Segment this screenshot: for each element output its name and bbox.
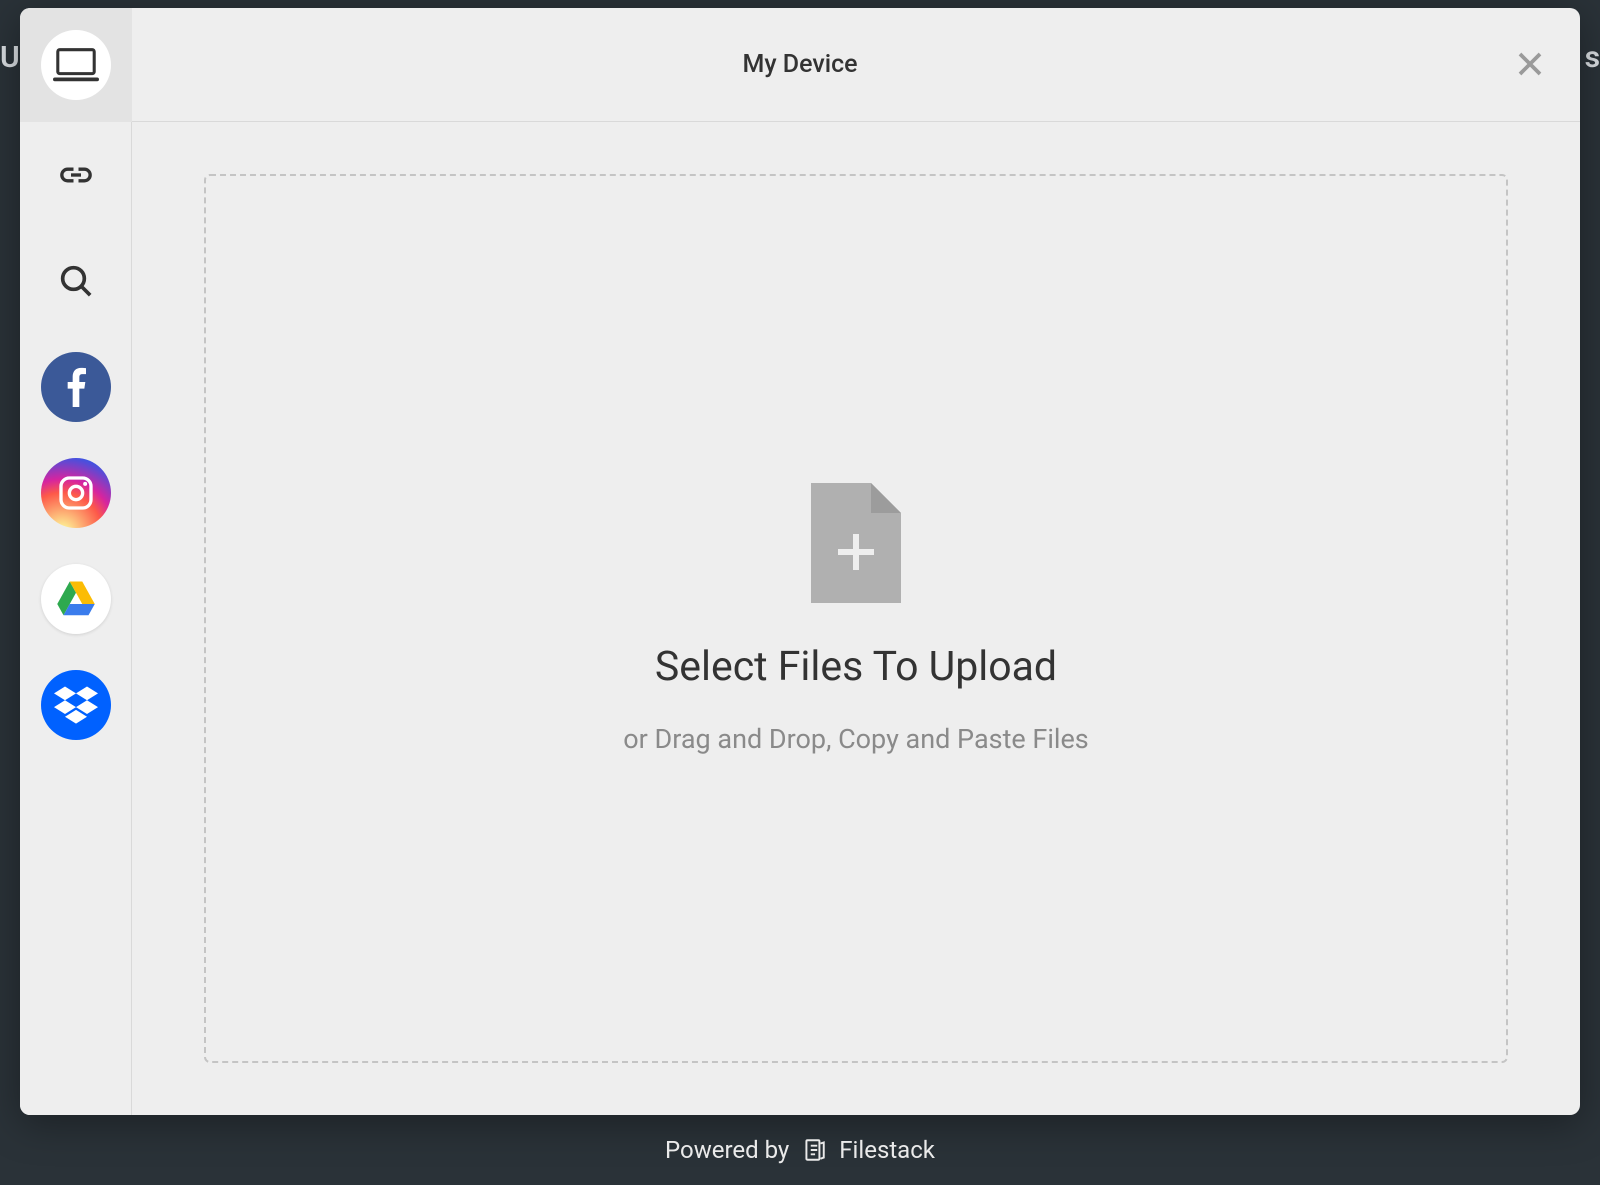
footer-prefix: Powered by: [665, 1136, 789, 1164]
header-title: My Device: [20, 50, 1580, 79]
filestack-logo-icon: [801, 1137, 827, 1163]
footer-brand: Filestack: [839, 1136, 935, 1164]
dropbox-icon: [54, 686, 98, 724]
powered-by-footer[interactable]: Powered by Filestack: [0, 1115, 1600, 1185]
upload-dropzone[interactable]: Select Files To Upload or Drag and Drop,…: [204, 174, 1508, 1063]
instagram-icon: [56, 473, 96, 513]
source-google-drive[interactable]: [20, 546, 132, 652]
background-text-right: s: [1585, 40, 1600, 75]
picker-body: Select Files To Upload or Drag and Drop,…: [20, 122, 1580, 1115]
link-icon: [56, 155, 96, 195]
close-button[interactable]: [1510, 44, 1550, 84]
google-drive-icon: [56, 581, 96, 617]
source-dropbox[interactable]: [20, 652, 132, 758]
source-instagram[interactable]: [20, 440, 132, 546]
dropzone-subtitle: or Drag and Drop, Copy and Paste Files: [623, 723, 1088, 755]
source-link[interactable]: [20, 122, 132, 228]
source-web-search[interactable]: [20, 228, 132, 334]
file-add-icon: [811, 483, 901, 603]
dropzone-title: Select Files To Upload: [655, 643, 1057, 691]
search-icon: [56, 261, 96, 301]
source-facebook[interactable]: [20, 334, 132, 440]
picker-header: My Device: [20, 8, 1580, 122]
computer-icon: [53, 42, 99, 88]
main-area: Select Files To Upload or Drag and Drop,…: [132, 122, 1580, 1115]
file-picker-modal: My Device: [20, 8, 1580, 1115]
source-my-device[interactable]: [20, 8, 132, 122]
close-icon: [1515, 49, 1545, 79]
source-sidebar: [20, 122, 132, 1115]
facebook-icon: [65, 367, 87, 407]
